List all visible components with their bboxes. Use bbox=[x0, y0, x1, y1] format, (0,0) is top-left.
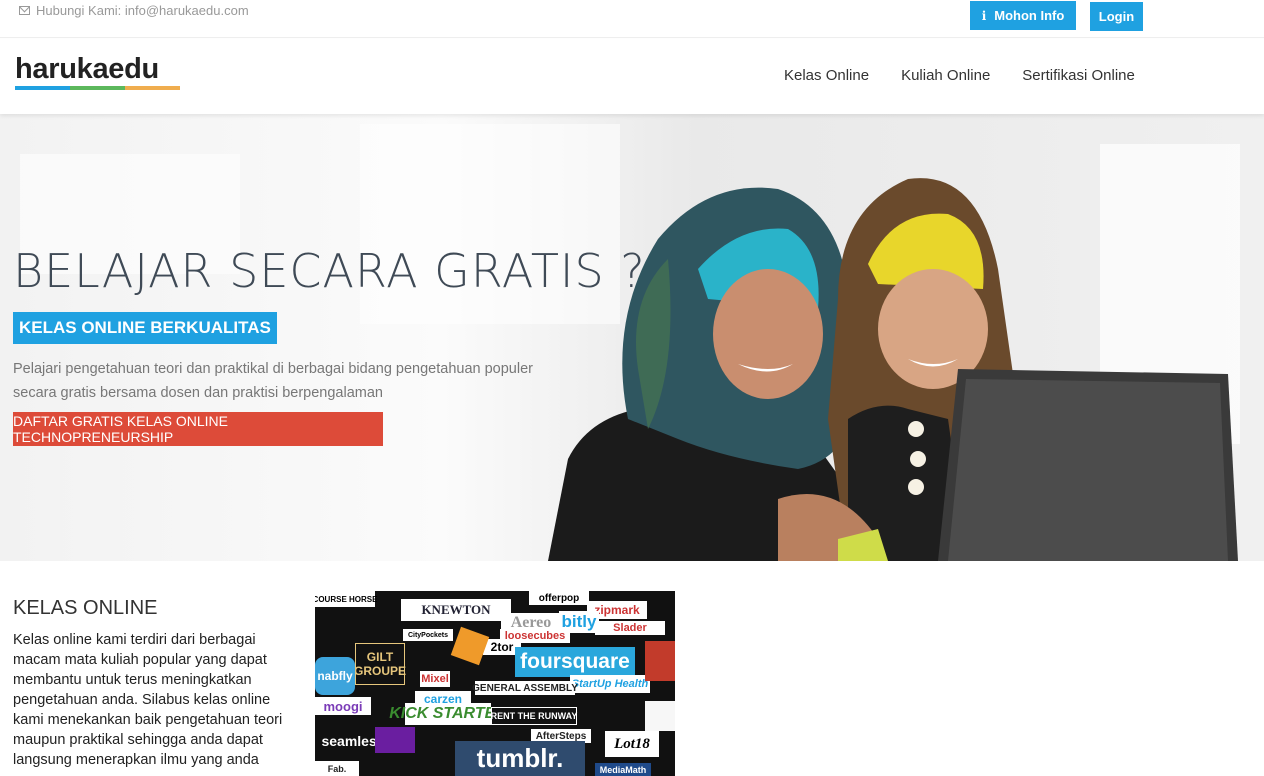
collage-logo: Fab. bbox=[315, 761, 359, 776]
collage-logo: KNEWTON bbox=[401, 599, 511, 621]
collage-logo: moogi bbox=[315, 697, 371, 715]
nav-link-sertifikasi-online[interactable]: Sertifikasi Online bbox=[1022, 67, 1135, 84]
collage-logo: KICK STARTER bbox=[389, 703, 507, 725]
register-free-button[interactable]: DAFTAR GRATIS KELAS ONLINE TECHNOPRENEUR… bbox=[13, 412, 383, 446]
logo-underline bbox=[15, 86, 180, 90]
section-title: KELAS ONLINE bbox=[13, 597, 158, 619]
collage-logo: tumblr. bbox=[455, 741, 585, 776]
envelope-icon bbox=[19, 6, 30, 15]
nav-links: Kelas Online Kuliah Online Sertifikasi O… bbox=[784, 67, 1167, 84]
collage-logo: GILT GROUPE bbox=[354, 643, 406, 685]
collage-logo: Mixel bbox=[420, 671, 450, 687]
collage-logo: CityPockets bbox=[403, 629, 453, 641]
hero-title: BELAJAR SECARA GRATIS ? bbox=[13, 244, 646, 298]
hero-photo bbox=[548, 178, 1238, 561]
collage-logo: COURSE HORSE bbox=[315, 591, 377, 607]
top-bar: Hubungi Kami: info@harukaedu.com i Mohon… bbox=[0, 0, 1264, 38]
collage-logo: MediaMath bbox=[595, 763, 651, 776]
collage-logo: foursquare bbox=[515, 647, 635, 677]
logo[interactable]: harukaedu bbox=[15, 53, 180, 90]
startup-logo-collage: COURSE HORSE KNEWTON offerpop zipmark Ae… bbox=[315, 591, 675, 776]
hero-description: Pelajari pengetahuan teori dan praktikal… bbox=[13, 361, 533, 401]
collage-logo: offerpop bbox=[529, 591, 589, 605]
section-description: Kelas online kami terdiri dari berbagai … bbox=[13, 632, 283, 768]
collage-logo: GENERAL ASSEMBLY bbox=[472, 681, 578, 695]
nav-link-kuliah-online[interactable]: Kuliah Online bbox=[901, 67, 990, 84]
collage-logo: Lot18 bbox=[605, 731, 659, 757]
hero-banner: BELAJAR SECARA GRATIS ? KELAS ONLINE BER… bbox=[0, 114, 1264, 561]
login-button[interactable]: Login bbox=[1090, 2, 1143, 31]
contact-info: Hubungi Kami: info@harukaedu.com bbox=[19, 3, 249, 18]
info-icon: i bbox=[981, 8, 987, 23]
contact-text: Hubungi Kami: info@harukaedu.com bbox=[36, 3, 249, 18]
main-navbar: harukaedu Kelas Online Kuliah Online Ser… bbox=[0, 39, 1264, 114]
info-request-label: Mohon Info bbox=[994, 8, 1065, 23]
logo-text: harukaedu bbox=[15, 53, 159, 85]
collage-logo: RENT THE RUNWAY bbox=[491, 707, 577, 725]
nav-link-kelas-online[interactable]: Kelas Online bbox=[784, 67, 869, 84]
collage-logo: nabfly bbox=[315, 657, 355, 695]
collage-logo: StartUp Health bbox=[570, 675, 650, 693]
collage-logo: Slader bbox=[595, 621, 665, 635]
info-request-button[interactable]: i Mohon Info bbox=[970, 1, 1076, 30]
hero-badge: KELAS ONLINE BERKUALITAS bbox=[13, 312, 277, 344]
